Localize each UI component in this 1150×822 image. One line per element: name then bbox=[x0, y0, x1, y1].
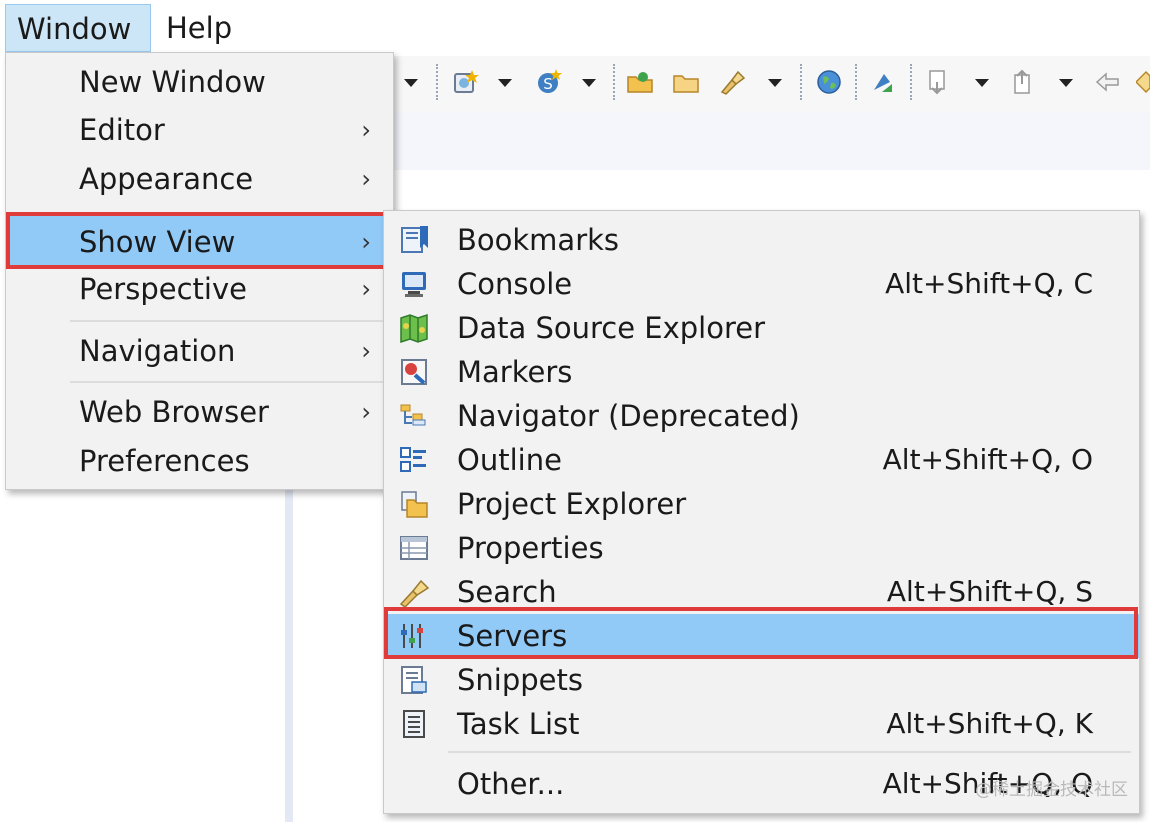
menu-item-label: Editor bbox=[79, 113, 165, 147]
menu-item-label: Bookmarks bbox=[457, 223, 620, 257]
menu-item-servers[interactable]: Servers bbox=[384, 614, 1139, 658]
submenu-arrow-icon: › bbox=[361, 116, 371, 144]
menu-item-show-view[interactable]: Show View › bbox=[6, 216, 393, 268]
menu-separator bbox=[70, 381, 385, 383]
menu-item-task-list[interactable]: Task List Alt+Shift+Q, K bbox=[384, 702, 1139, 746]
dropdown-arrow-icon[interactable] bbox=[582, 79, 596, 87]
toolbar-separator bbox=[436, 64, 438, 100]
menubar-window[interactable]: Window bbox=[5, 4, 151, 52]
menu-item-label: Web Browser bbox=[79, 395, 269, 429]
toolbar-separator bbox=[855, 64, 857, 100]
globe-icon[interactable] bbox=[815, 68, 843, 96]
menu-item-label: Show View bbox=[79, 225, 236, 259]
menu-item-appearance[interactable]: Appearance › bbox=[6, 157, 393, 201]
menu-item-label: Snippets bbox=[457, 663, 583, 697]
run-external-icon[interactable] bbox=[868, 68, 896, 96]
servers-icon bbox=[401, 624, 423, 648]
menu-item-properties[interactable]: Properties bbox=[384, 526, 1139, 570]
toolbar-separator bbox=[613, 64, 615, 100]
menu-item-label: Perspective bbox=[79, 272, 247, 306]
menu-item-bookmarks[interactable]: Bookmarks bbox=[384, 218, 1139, 262]
shortcut-text: Alt+Shift+Q, C bbox=[885, 267, 1093, 300]
navigator-icon bbox=[400, 404, 426, 426]
menu-item-label: Task List bbox=[457, 707, 580, 741]
menu-item-preferences[interactable]: Preferences bbox=[6, 439, 393, 483]
menu-separator bbox=[448, 751, 1131, 753]
menubar: Window Help bbox=[0, 0, 1150, 56]
menu-item-label: Other... bbox=[457, 767, 565, 801]
submenu-arrow-icon: › bbox=[361, 275, 371, 303]
menu-item-outline[interactable]: Outline Alt+Shift+Q, O bbox=[384, 438, 1139, 482]
task-list-icon bbox=[403, 710, 425, 738]
menu-item-label: Servers bbox=[457, 619, 568, 653]
menu-item-label: Outline bbox=[457, 443, 562, 477]
open-type-icon[interactable] bbox=[626, 68, 654, 96]
menu-item-perspective[interactable]: Perspective › bbox=[6, 267, 393, 311]
markers-icon bbox=[401, 359, 427, 385]
submenu-arrow-icon: › bbox=[361, 165, 371, 193]
next-annotation-icon[interactable] bbox=[925, 68, 953, 96]
project-explorer-icon bbox=[401, 491, 428, 518]
menu-separator bbox=[70, 320, 385, 322]
menu-item-editor[interactable]: Editor › bbox=[6, 108, 393, 152]
shortcut-text: Alt+Shift+Q, S bbox=[886, 575, 1093, 608]
dropdown-arrow-icon[interactable] bbox=[1059, 79, 1073, 87]
menu-item-label: Search bbox=[457, 575, 557, 609]
editor-area bbox=[390, 112, 1150, 170]
dropdown-arrow-icon[interactable] bbox=[498, 79, 512, 87]
new-class-icon[interactable]: S bbox=[535, 68, 563, 96]
menu-item-new-window[interactable]: New Window bbox=[6, 60, 393, 104]
search-icon bbox=[399, 579, 430, 608]
menu-item-snippets[interactable]: Snippets bbox=[384, 658, 1139, 702]
menu-item-label: Console bbox=[457, 267, 573, 301]
menu-item-navigator-deprecated[interactable]: Navigator (Deprecated) bbox=[384, 394, 1139, 438]
menu-item-label: Preferences bbox=[79, 444, 250, 478]
menu-item-label: Markers bbox=[457, 355, 573, 389]
dropdown-arrow-icon[interactable] bbox=[975, 79, 989, 87]
menu-item-label: Properties bbox=[457, 531, 604, 565]
menubar-help[interactable]: Help bbox=[166, 4, 232, 52]
menu-item-search[interactable]: Search Alt+Shift+Q, S bbox=[384, 570, 1139, 614]
back-icon[interactable] bbox=[1093, 68, 1121, 96]
submenu-arrow-icon: › bbox=[361, 228, 371, 256]
menu-item-label: New Window bbox=[79, 65, 266, 99]
show-view-menu: Bookmarks Console Alt+Shift+Q, C Data So… bbox=[383, 210, 1140, 814]
menu-item-project-explorer[interactable]: Project Explorer bbox=[384, 482, 1139, 526]
watermark: @稀土掘金技术社区 bbox=[975, 780, 1128, 800]
snippets-icon bbox=[401, 666, 427, 694]
submenu-arrow-icon: › bbox=[361, 398, 371, 426]
forward-icon[interactable] bbox=[1136, 68, 1150, 96]
svg-text:S: S bbox=[543, 75, 553, 93]
data-source-explorer-icon bbox=[400, 313, 428, 344]
menu-item-navigation[interactable]: Navigation › bbox=[6, 329, 393, 373]
toolbar-separator bbox=[910, 64, 912, 100]
menu-item-markers[interactable]: Markers bbox=[384, 350, 1139, 394]
window-menu: New Window Editor › Appearance › Show Vi… bbox=[5, 52, 394, 490]
menu-item-label: Appearance bbox=[79, 162, 254, 196]
menu-item-label: Data Source Explorer bbox=[457, 311, 766, 345]
console-icon bbox=[402, 272, 426, 297]
dropdown-arrow-icon[interactable] bbox=[404, 79, 418, 87]
search-flashlight-icon[interactable] bbox=[718, 68, 746, 96]
toolbar-separator bbox=[800, 64, 802, 100]
outline-icon bbox=[400, 447, 426, 472]
menu-item-web-browser[interactable]: Web Browser › bbox=[6, 390, 393, 434]
open-folder-icon[interactable] bbox=[672, 68, 700, 96]
properties-icon bbox=[400, 536, 428, 560]
previous-annotation-icon[interactable] bbox=[1010, 68, 1038, 96]
menu-item-label: Project Explorer bbox=[457, 487, 687, 521]
bookmarks-icon bbox=[401, 226, 428, 253]
screenshot-stage: Window Help S New Window Editor › Appear… bbox=[0, 0, 1150, 822]
shortcut-text: Alt+Shift+Q, O bbox=[882, 443, 1093, 476]
menu-item-data-source-explorer[interactable]: Data Source Explorer bbox=[384, 306, 1139, 350]
editor-border bbox=[285, 490, 293, 822]
menu-item-label: Navigation bbox=[79, 334, 236, 368]
menu-item-console[interactable]: Console Alt+Shift+Q, C bbox=[384, 262, 1139, 306]
dropdown-arrow-icon[interactable] bbox=[768, 79, 782, 87]
new-server-icon[interactable] bbox=[452, 68, 480, 96]
menu-item-label: Navigator (Deprecated) bbox=[457, 399, 800, 433]
shortcut-text: Alt+Shift+Q, K bbox=[886, 707, 1093, 740]
submenu-arrow-icon: › bbox=[361, 337, 371, 365]
